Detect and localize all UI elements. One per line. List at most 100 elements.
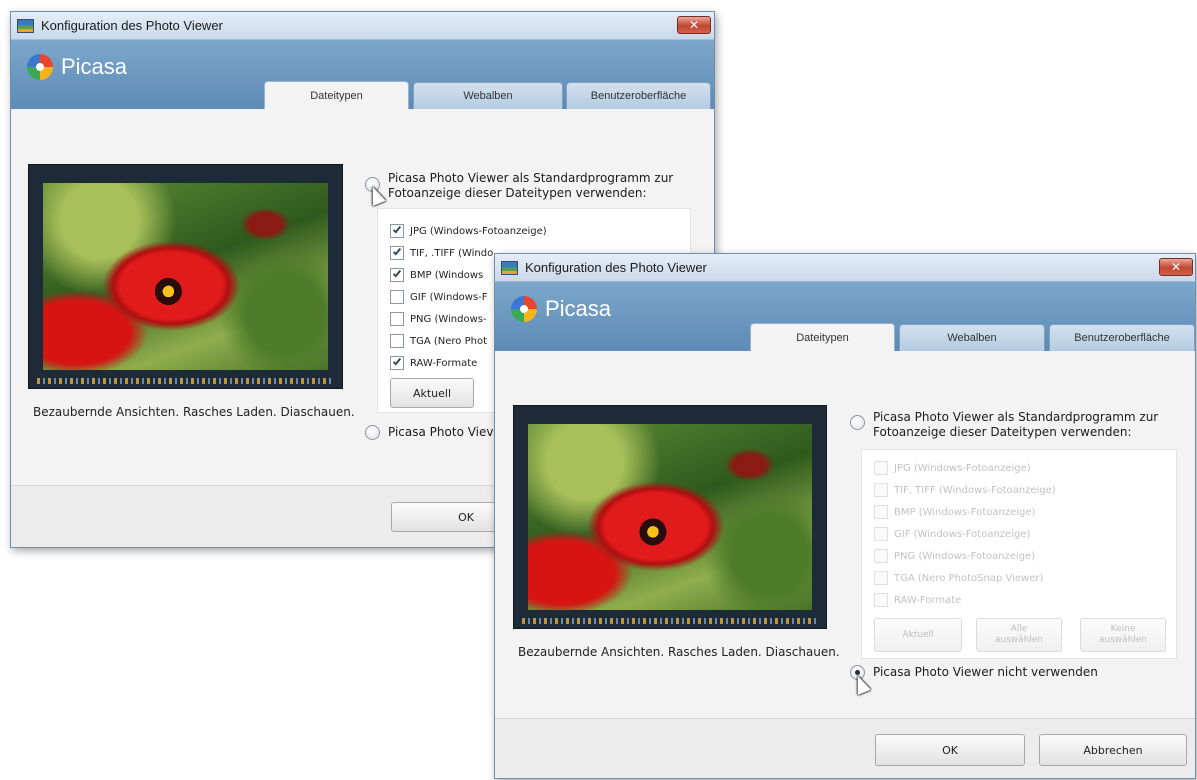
- tab-web-albums[interactable]: Webalben: [899, 324, 1045, 351]
- close-button[interactable]: ✕: [1159, 258, 1193, 276]
- file-type-label: GIF (Windows-F: [410, 291, 488, 303]
- back-title-bar[interactable]: Konfiguration des Photo Viewer ✕: [11, 12, 714, 40]
- tab-label: Webalben: [463, 90, 513, 102]
- picasa-logo: Picasa: [511, 296, 611, 322]
- photo-viewer-app-icon: [501, 260, 518, 275]
- radio-do-not-use[interactable]: [365, 425, 380, 440]
- checkbox[interactable]: [874, 571, 888, 585]
- checkbox[interactable]: [874, 593, 888, 607]
- ok-button[interactable]: OK: [875, 734, 1025, 766]
- checkbox[interactable]: [390, 356, 404, 370]
- file-type-label: TGA (Nero Phot: [410, 335, 488, 347]
- front-dialog-window: Konfiguration des Photo Viewer ✕ Picasa …: [494, 253, 1196, 779]
- front-title-bar[interactable]: Konfiguration des Photo Viewer ✕: [495, 254, 1195, 282]
- filmstrip: [37, 378, 334, 384]
- checkbox[interactable]: [390, 334, 404, 348]
- radio-label-line: Fotoanzeige dieser Dateitypen verwenden:: [388, 186, 647, 200]
- tab-user-interface[interactable]: Benutzeroberfläche: [566, 82, 711, 109]
- window-title: Konfiguration des Photo Viewer: [41, 18, 223, 33]
- file-type-label: GIF (Windows-Fotoanzeige): [894, 528, 1031, 540]
- file-type-tga[interactable]: TGA (Nero Phot: [390, 333, 487, 349]
- picasa-logo: Picasa: [27, 54, 127, 80]
- file-type-tif[interactable]: TIF, TIFF (Windows-Fotoanzeige): [874, 482, 1056, 498]
- file-type-png[interactable]: PNG (Windows-: [390, 311, 487, 327]
- tab-label: Dateitypen: [796, 331, 849, 344]
- file-type-bmp[interactable]: BMP (Windows-Fotoanzeige): [874, 504, 1035, 520]
- picasa-header: Picasa Dateitypen Webalben Benutzeroberf…: [495, 282, 1195, 351]
- checkbox[interactable]: [390, 268, 404, 282]
- file-type-tif[interactable]: TIF, .TIFF (Windo: [390, 245, 493, 261]
- picasa-logo-text: Picasa: [61, 54, 128, 79]
- checkbox[interactable]: [874, 483, 888, 497]
- tab-label: Benutzeroberfläche: [590, 90, 687, 102]
- current-button[interactable]: Aktuell: [390, 378, 474, 408]
- checkbox[interactable]: [874, 549, 888, 563]
- file-type-label: TGA (Nero PhotoSnap Viewer): [894, 572, 1044, 584]
- hibiscus-flower-image: [43, 183, 328, 370]
- checkbox[interactable]: [874, 505, 888, 519]
- current-button[interactable]: Aktuell: [874, 618, 962, 652]
- file-type-label: TIF, .TIFF (Windo: [410, 247, 494, 259]
- check-icon: [392, 356, 402, 366]
- check-icon: [392, 268, 402, 278]
- radio-use-as-default-label: Picasa Photo Viewer als Standardprogramm…: [388, 171, 673, 201]
- tab-label: Webalben: [947, 332, 997, 344]
- checkbox[interactable]: [874, 527, 888, 541]
- tab-file-types[interactable]: Dateitypen: [750, 323, 895, 351]
- file-type-raw[interactable]: RAW-Formate: [390, 355, 477, 371]
- photo-viewer-app-icon: [17, 18, 34, 33]
- file-type-jpg[interactable]: JPG (Windows-Fotoanzeige): [874, 460, 1031, 476]
- checkbox[interactable]: [874, 461, 888, 475]
- file-type-jpg[interactable]: JPG (Windows-Fotoanzeige): [390, 223, 547, 239]
- preview-photo: [513, 405, 827, 629]
- file-type-png[interactable]: PNG (Windows-Fotoanzeige): [874, 548, 1035, 564]
- filmstrip: [522, 618, 818, 624]
- tab-label: Dateitypen: [310, 89, 363, 102]
- dialog-footer: OK Abbrechen: [495, 718, 1195, 778]
- file-type-label: RAW-Formate: [894, 594, 962, 606]
- tab-label: Benutzeroberfläche: [1074, 332, 1170, 344]
- radio-label-line: Picasa Photo Viewer als Standardprogramm…: [388, 171, 674, 185]
- file-type-label: PNG (Windows-Fotoanzeige): [894, 550, 1036, 562]
- tab-file-types[interactable]: Dateitypen: [264, 81, 409, 109]
- tagline: Bezaubernde Ansichten. Rasches Laden. Di…: [33, 405, 355, 419]
- check-icon: [392, 224, 402, 234]
- picasa-logo-icon: [511, 296, 537, 322]
- radio-label-line: Fotoanzeige dieser Dateitypen verwenden:: [873, 425, 1132, 439]
- file-type-gif[interactable]: GIF (Windows-Fotoanzeige): [874, 526, 1030, 542]
- select-none-button[interactable]: Keine auswählen: [1080, 618, 1166, 652]
- check-icon: [392, 246, 402, 256]
- checkbox[interactable]: [390, 312, 404, 326]
- file-type-label: TIF, TIFF (Windows-Fotoanzeige): [894, 484, 1056, 496]
- file-types-list: JPG (Windows-Fotoanzeige) TIF, TIFF (Win…: [861, 449, 1177, 659]
- file-type-raw[interactable]: RAW-Formate: [874, 592, 961, 608]
- radio-label-line: Picasa Photo Viewer als Standardprogramm…: [873, 410, 1159, 424]
- checkbox[interactable]: [390, 224, 404, 238]
- picasa-logo-icon: [27, 54, 53, 80]
- file-type-label: RAW-Formate: [410, 357, 478, 369]
- cancel-button[interactable]: Abbrechen: [1039, 734, 1187, 766]
- file-type-gif[interactable]: GIF (Windows-F: [390, 289, 488, 305]
- close-button[interactable]: ✕: [677, 16, 711, 34]
- file-type-label: BMP (Windows-Fotoanzeige): [894, 506, 1036, 518]
- select-all-button[interactable]: Alle auswählen: [976, 618, 1062, 652]
- file-type-bmp[interactable]: BMP (Windows: [390, 267, 483, 283]
- preview-photo: [28, 164, 343, 389]
- checkbox[interactable]: [390, 290, 404, 304]
- radio-do-not-use-label: Picasa Photo Viev: [388, 425, 494, 439]
- tab-user-interface[interactable]: Benutzeroberfläche: [1049, 324, 1195, 351]
- radio-do-not-use-label: Picasa Photo Viewer nicht verwenden: [873, 665, 1098, 679]
- radio-use-as-default-label: Picasa Photo Viewer als Standardprogramm…: [873, 410, 1158, 440]
- radio-use-as-default[interactable]: [850, 415, 865, 430]
- checkbox[interactable]: [390, 246, 404, 260]
- mouse-cursor-icon: [366, 184, 386, 206]
- file-type-label: JPG (Windows-Fotoanzeige): [894, 462, 1031, 474]
- picasa-logo-text: Picasa: [545, 296, 612, 321]
- window-title: Konfiguration des Photo Viewer: [525, 260, 707, 275]
- tagline: Bezaubernde Ansichten. Rasches Laden. Di…: [518, 645, 840, 659]
- file-type-tga[interactable]: TGA (Nero PhotoSnap Viewer): [874, 570, 1043, 586]
- mouse-cursor-icon: [851, 673, 871, 695]
- hibiscus-flower-image: [528, 424, 812, 610]
- picasa-header: Picasa Dateitypen Webalben Benutzeroberf…: [11, 40, 714, 109]
- tab-web-albums[interactable]: Webalben: [413, 82, 563, 109]
